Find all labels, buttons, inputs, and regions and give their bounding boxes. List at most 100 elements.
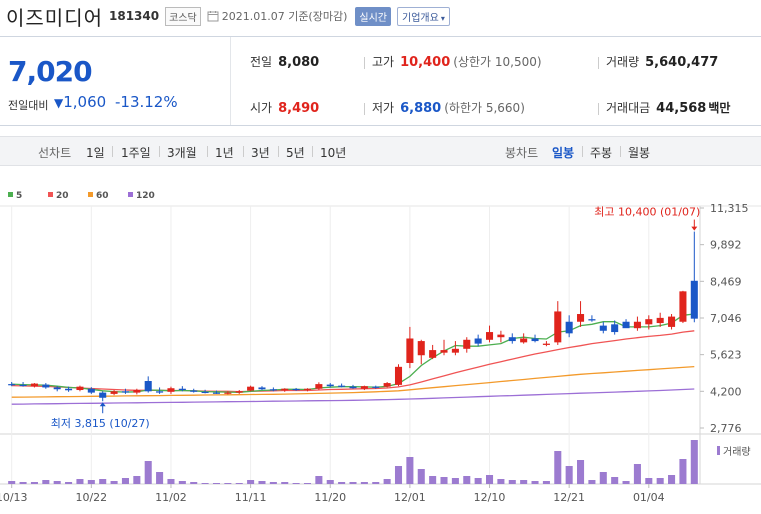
volume-bar: [76, 479, 84, 484]
divider: [243, 146, 244, 157]
candle-body: [440, 350, 448, 353]
volume-bar: [429, 476, 437, 484]
volume: 거래량 5,640,477: [606, 53, 718, 70]
candle-body: [474, 338, 482, 344]
volume-bar: [167, 479, 175, 484]
volume-bar: [440, 477, 448, 484]
company-overview-label: 기업개요: [402, 12, 439, 24]
period-5y[interactable]: 5년: [286, 144, 305, 161]
low-value: 6,880: [400, 101, 442, 116]
candle-body: [360, 386, 368, 389]
period-10y[interactable]: 10년: [320, 144, 346, 161]
period-3y[interactable]: 3년: [251, 144, 270, 161]
legend-label: 20: [56, 191, 69, 201]
candle-body: [212, 392, 221, 394]
y-tick-label: 7,046: [710, 312, 742, 325]
legend-swatch: [128, 192, 133, 197]
volume-legend-swatch: [717, 446, 720, 455]
trade-amount: 거래대금 44,568 백만: [606, 99, 730, 116]
volume-bar: [622, 481, 630, 484]
candle-body: [303, 388, 312, 390]
open-value: 8,490: [278, 101, 320, 116]
candle-body: [383, 383, 391, 387]
x-tick-label: 11/11: [235, 491, 267, 504]
candle-body: [8, 384, 16, 386]
volume-bar: [110, 481, 118, 484]
volume-bar: [224, 483, 232, 484]
volume-bar: [303, 483, 312, 484]
period-1d[interactable]: 1일: [86, 144, 105, 161]
line-chart-label: 선차트: [38, 146, 72, 160]
period-3m[interactable]: 3개월: [167, 144, 197, 161]
high-label: 고가: [372, 55, 395, 69]
y-tick-label: 5,623: [710, 349, 742, 362]
volume-bar: [281, 482, 289, 484]
volume-bar: [201, 483, 209, 484]
x-tick-label: 12/10: [474, 491, 506, 504]
candle-body: [668, 316, 676, 327]
candle-body: [622, 321, 630, 329]
candle-body: [372, 386, 380, 388]
candle-body: [99, 392, 107, 398]
volume-bar: [190, 482, 198, 484]
volume-bar: [679, 459, 687, 484]
candle-body: [542, 343, 550, 345]
candle-body: [497, 334, 505, 338]
divider: [582, 146, 583, 157]
volume-bar: [144, 461, 152, 484]
x-tick-label: 10/13: [0, 491, 28, 504]
calendar-icon: [207, 11, 219, 22]
volume-bar: [349, 482, 357, 484]
price-summary: 7,020 전일대비 ▼1,060 -13.12%: [0, 37, 231, 125]
realtime-button[interactable]: 실시간: [355, 6, 391, 26]
volume-bar: [121, 478, 129, 484]
divider: [598, 103, 599, 115]
period-daily[interactable]: 일봉: [552, 144, 574, 161]
volume-bar: [463, 476, 471, 484]
candle-body: [178, 388, 186, 391]
amount-label: 거래대금: [606, 101, 651, 115]
x-tick-label: 12/01: [394, 491, 426, 504]
y-tick-label: 2,776: [710, 422, 742, 435]
period-monthly[interactable]: 월봉: [628, 144, 650, 161]
candle-body: [406, 338, 414, 363]
legend-label: 120: [136, 191, 155, 201]
down-triangle-icon: ▼: [54, 96, 64, 110]
legend-label: 5: [16, 191, 22, 201]
candle-body: [156, 391, 164, 393]
market-badge: 코스닥: [165, 6, 201, 26]
volume-bar: [315, 476, 323, 484]
y-tick-label: 8,469: [710, 275, 742, 288]
period-1w[interactable]: 1주일: [121, 144, 151, 161]
stock-code: 181340: [109, 9, 160, 23]
candle-body: [269, 389, 277, 391]
current-price: 7,020: [8, 55, 93, 88]
candle-body: [429, 350, 437, 358]
period-weekly[interactable]: 주봉: [590, 144, 612, 161]
volume-bar: [645, 478, 653, 484]
volume-bar: [690, 440, 698, 484]
candle-body: [520, 338, 528, 343]
volume-bar: [65, 482, 73, 484]
candle-body: [679, 291, 687, 322]
low-label: 저가: [372, 101, 395, 115]
divider: [620, 146, 621, 157]
ma20-line: [11, 330, 695, 393]
period-bar: 선차트 1일 1주일 3개월 1년 3년 5년 10년 봉차트 일봉 주봉 월봉: [0, 136, 761, 166]
upper-limit: (상한가 10,500): [453, 55, 542, 69]
volume-bar: [577, 460, 585, 484]
candle-chart-label: 봉차트: [505, 146, 539, 160]
volume-bar: [520, 480, 528, 484]
volume-bar: [394, 466, 403, 484]
volume-bar: [19, 482, 27, 484]
x-tick-label: 11/20: [314, 491, 346, 504]
divider: [112, 146, 113, 157]
company-overview-button[interactable]: 기업개요 ▾: [397, 6, 450, 26]
candle-body: [190, 390, 198, 392]
volume-bar: [30, 482, 38, 484]
candle-body: [110, 391, 118, 394]
period-1y[interactable]: 1년: [215, 144, 234, 161]
prev-close-label: 전일: [250, 55, 273, 69]
candle-body: [656, 317, 664, 324]
change-value: 1,060: [63, 93, 107, 111]
